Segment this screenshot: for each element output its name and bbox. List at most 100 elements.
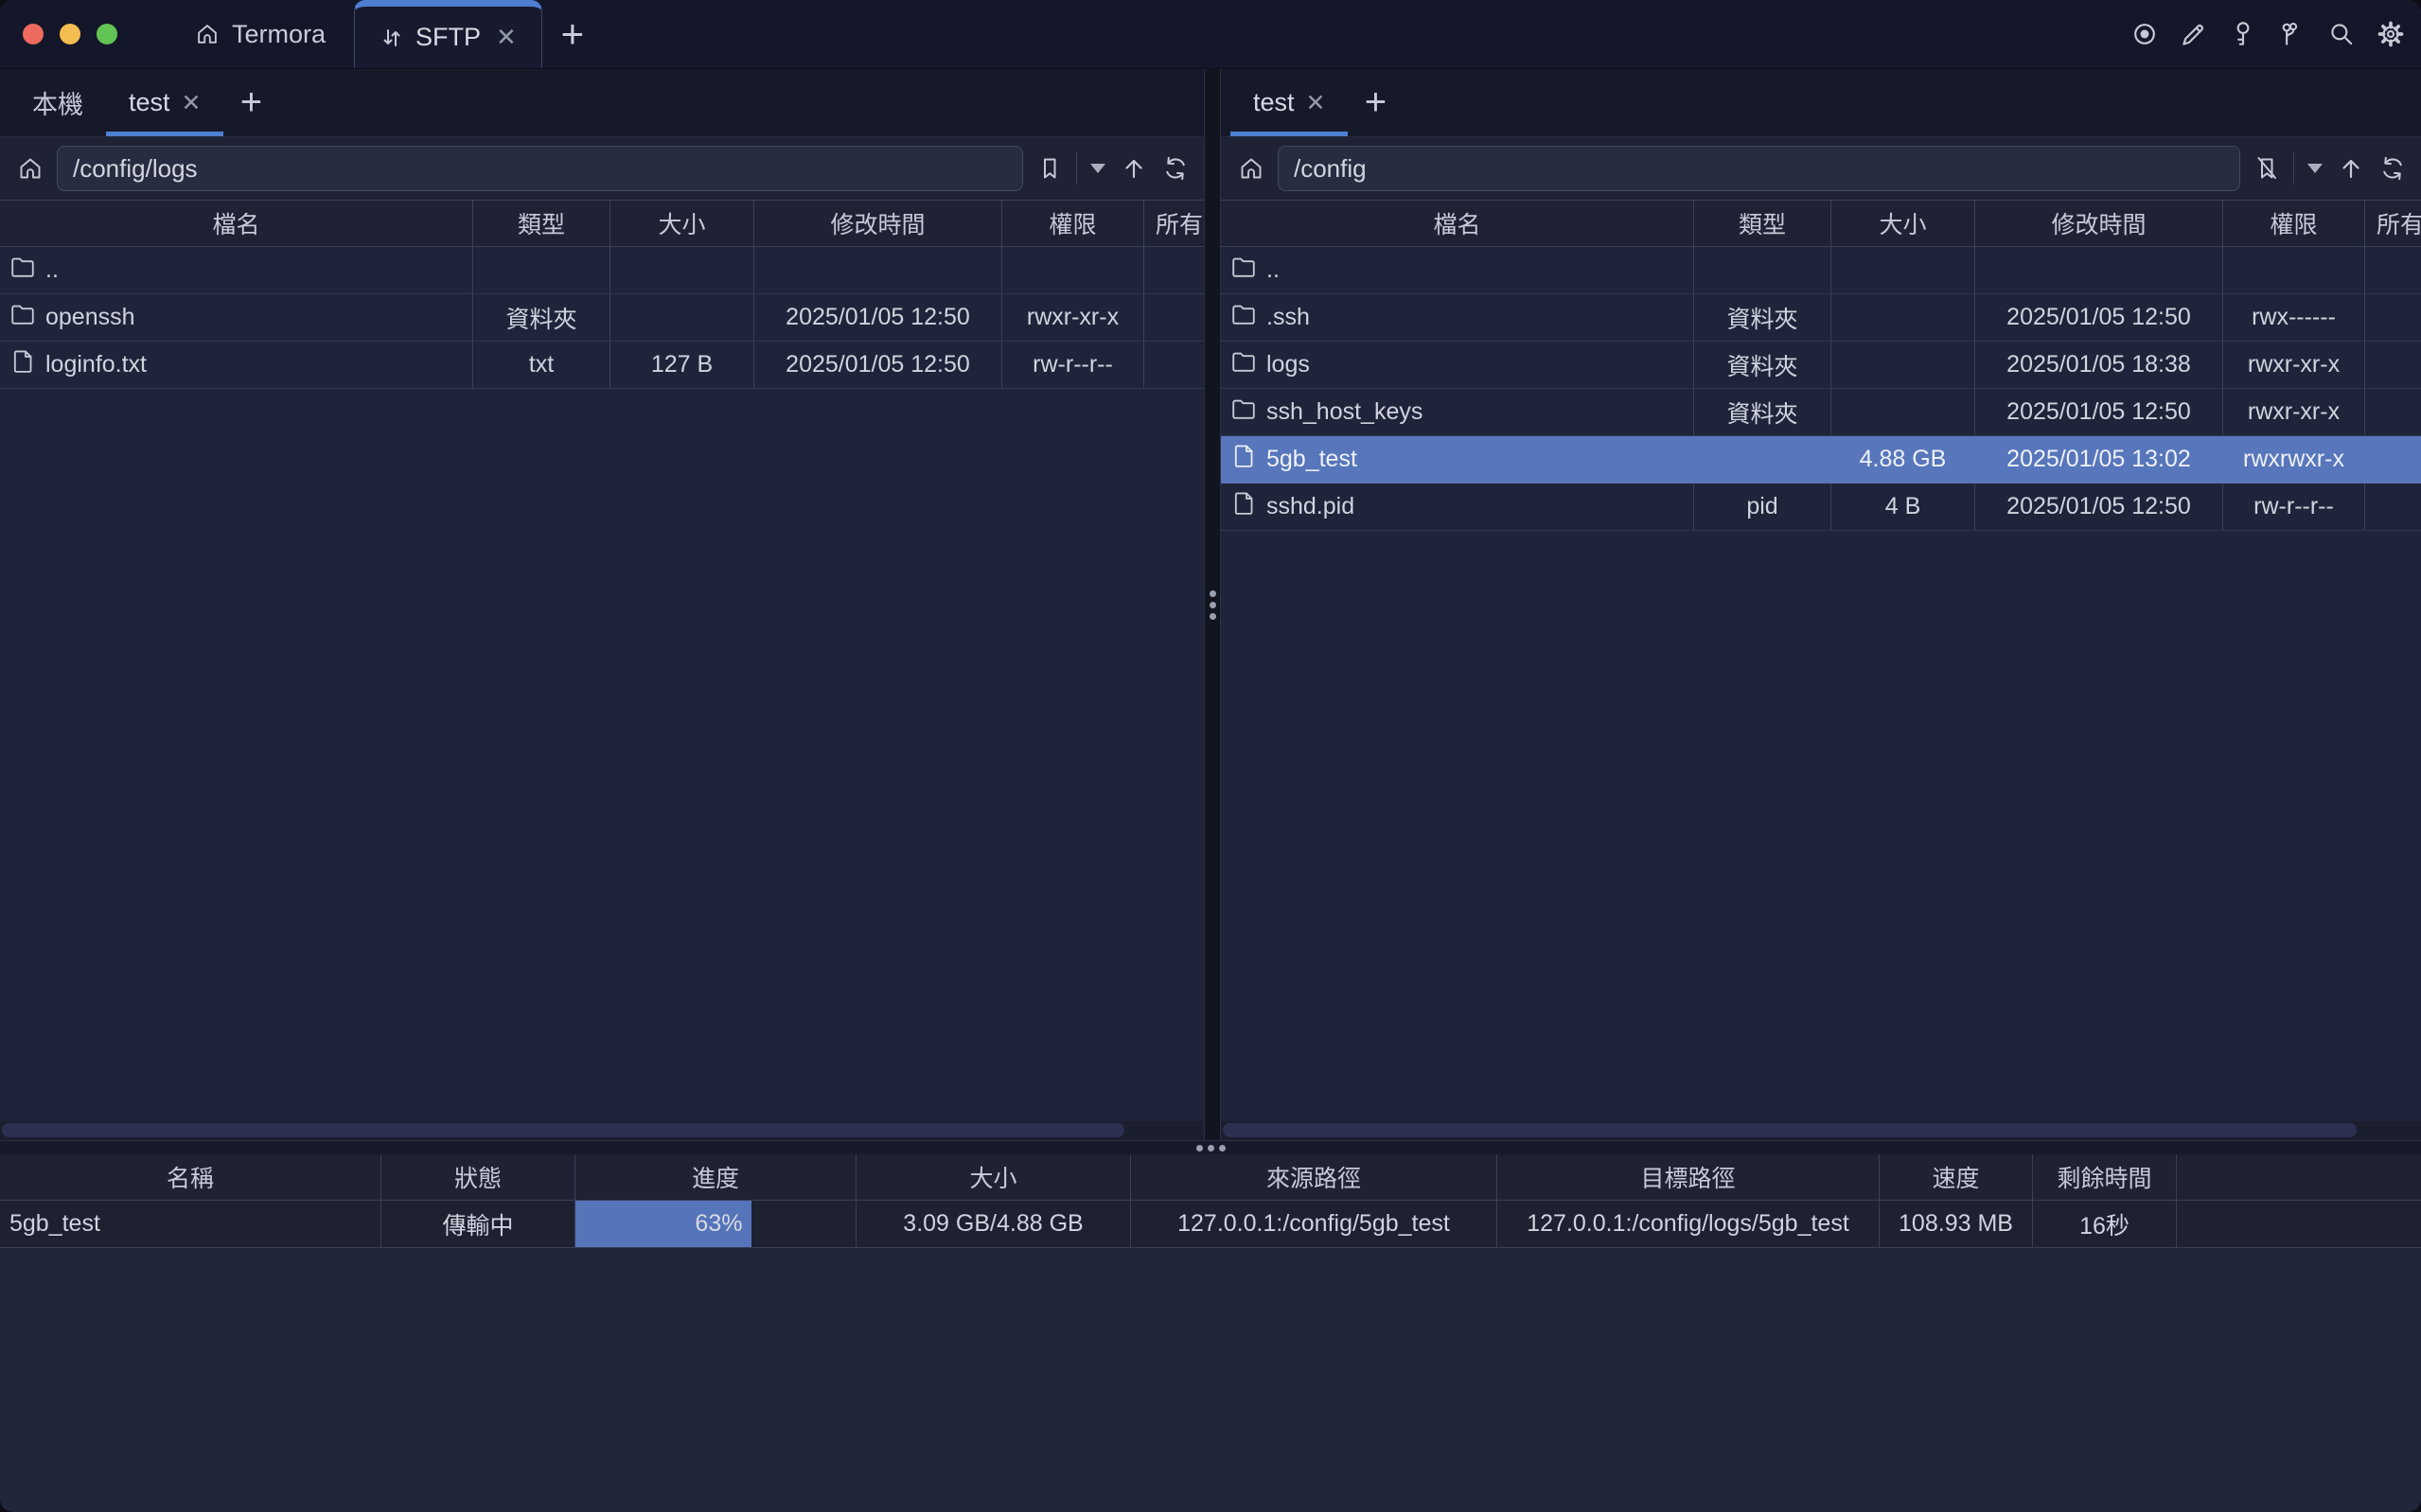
vertical-splitter[interactable]: [1204, 69, 1221, 1140]
transfer-size: 3.09 GB/4.88 GB: [857, 1201, 1131, 1247]
column-header[interactable]: 檔名: [1221, 201, 1694, 246]
file-type: 資料夾: [473, 294, 610, 341]
file-type: 資料夾: [1694, 389, 1831, 435]
close-tab-icon[interactable]: ✕: [496, 23, 517, 52]
column-header[interactable]: 類型: [1694, 201, 1831, 246]
transfer-column-header[interactable]: 速度: [1880, 1154, 2033, 1200]
column-header[interactable]: 所有者: [1144, 201, 1204, 246]
pane-tab-test[interactable]: test ✕: [1230, 69, 1348, 136]
column-header[interactable]: 權限: [2223, 201, 2365, 246]
bookmark-dropdown-icon[interactable]: [1090, 164, 1105, 173]
new-pane-tab-button[interactable]: +: [223, 69, 278, 136]
table-row[interactable]: openssh 資料夾 2025/01/05 12:50 rwxr-xr-x: [0, 294, 1204, 342]
transfer-column-header[interactable]: 來源路徑: [1131, 1154, 1497, 1200]
transfer-column-header[interactable]: 狀態: [381, 1154, 575, 1200]
new-pane-tab-button[interactable]: +: [1348, 69, 1403, 136]
file-table-body: .. .ssh 資料夾 2025/01/05 12:50 rwx------ l…: [1221, 247, 2421, 531]
close-window-button[interactable]: [23, 24, 44, 44]
horizontal-scrollbar[interactable]: [0, 1121, 1204, 1140]
file-owner: [2365, 483, 2421, 530]
left-pane-tabs: 本機 test ✕ +: [0, 69, 1204, 137]
column-header[interactable]: 大小: [1831, 201, 1975, 246]
tab-termora[interactable]: Termora: [168, 0, 352, 68]
folder-icon: [9, 254, 36, 280]
column-header[interactable]: 所有者: [2365, 201, 2421, 246]
folder-icon: [1230, 254, 1257, 280]
transfer-column-header[interactable]: 進度: [575, 1154, 857, 1200]
file-permissions: rwxr-xr-x: [2223, 389, 2365, 435]
transfer-arrows-icon: [380, 26, 404, 50]
file-name: openssh: [45, 304, 135, 331]
column-header[interactable]: 檔名: [0, 201, 473, 246]
scrollbar-thumb[interactable]: [1223, 1123, 2357, 1137]
table-row[interactable]: logs 資料夾 2025/01/05 18:38 rwxr-xr-x: [1221, 342, 2421, 389]
up-directory-icon[interactable]: [1119, 153, 1149, 184]
table-row[interactable]: ..: [1221, 247, 2421, 294]
file-table-header: 檔名類型大小修改時間權限所有者: [0, 200, 1204, 247]
pane-tab-test[interactable]: test ✕: [106, 69, 223, 136]
file-name: ssh_host_keys: [1266, 398, 1423, 426]
file-name: ..: [45, 256, 59, 284]
column-header[interactable]: 類型: [473, 201, 610, 246]
refresh-icon[interactable]: [2377, 153, 2408, 184]
path-input[interactable]: [1278, 146, 2240, 191]
home-icon[interactable]: [15, 153, 45, 184]
scrollbar-thumb[interactable]: [2, 1123, 1124, 1137]
column-header[interactable]: 修改時間: [1975, 201, 2223, 246]
record-icon[interactable]: [2129, 19, 2160, 49]
horizontal-scrollbar[interactable]: [1221, 1121, 2421, 1140]
home-icon[interactable]: [1236, 153, 1266, 184]
table-row[interactable]: loginfo.txt txt 127 B 2025/01/05 12:50 r…: [0, 342, 1204, 389]
column-header[interactable]: 權限: [1002, 201, 1144, 246]
right-pane-tabs: test ✕ +: [1221, 69, 2421, 137]
file-type: [1694, 436, 1831, 483]
column-header[interactable]: 修改時間: [754, 201, 1002, 246]
horizontal-splitter[interactable]: [0, 1140, 2421, 1154]
up-directory-icon[interactable]: [2336, 153, 2366, 184]
transfer-column-header[interactable]: 剩餘時間: [2033, 1154, 2177, 1200]
file-owner: [2365, 342, 2421, 388]
key-icon[interactable]: [2228, 19, 2258, 49]
bookmark-dropdown-icon[interactable]: [2307, 164, 2323, 173]
table-row[interactable]: sshd.pid pid 4 B 2025/01/05 12:50 rw-r--…: [1221, 483, 2421, 531]
file-mtime: [754, 247, 1002, 293]
table-row[interactable]: .ssh 資料夾 2025/01/05 12:50 rwx------: [1221, 294, 2421, 342]
file-owner: [1144, 294, 1204, 341]
settings-icon[interactable]: [2376, 19, 2406, 49]
table-row[interactable]: ssh_host_keys 資料夾 2025/01/05 12:50 rwxr-…: [1221, 389, 2421, 436]
transfer-column-header[interactable]: 名稱: [0, 1154, 381, 1200]
search-icon[interactable]: [2326, 19, 2357, 49]
transfer-column-header[interactable]: 大小: [857, 1154, 1131, 1200]
file-owner: [1144, 247, 1204, 293]
path-input[interactable]: [57, 146, 1023, 191]
folder-icon: [1230, 348, 1257, 375]
transfer-column-header[interactable]: 目標路徑: [1497, 1154, 1880, 1200]
close-tab-icon[interactable]: ✕: [182, 89, 202, 117]
tab-sftp[interactable]: SFTP ✕: [354, 0, 542, 68]
edit-icon[interactable]: [2179, 19, 2209, 49]
close-tab-icon[interactable]: ✕: [1306, 89, 1326, 117]
file-icon: [1230, 443, 1257, 469]
bookmark-slash-icon[interactable]: [2252, 153, 2282, 184]
table-row[interactable]: 5gb_test 4.88 GB 2025/01/05 13:02 rwxrwx…: [1221, 436, 2421, 483]
keychain-icon[interactable]: [2277, 19, 2307, 49]
file-table-body: .. openssh 資料夾 2025/01/05 12:50 rwxr-xr-…: [0, 247, 1204, 389]
transfer-speed: 108.93 MB: [1880, 1201, 2033, 1247]
file-mtime: 2025/01/05 12:50: [1975, 389, 2223, 435]
titlebar: Termora SFTP ✕ +: [0, 0, 2421, 69]
transfers-header: 名稱狀態進度大小來源路徑目標路徑速度剩餘時間: [0, 1154, 2421, 1201]
pane-tab-local[interactable]: 本機: [9, 69, 106, 136]
table-row[interactable]: ..: [0, 247, 1204, 294]
refresh-icon[interactable]: [1160, 153, 1191, 184]
transfer-status: 傳輸中: [381, 1201, 575, 1247]
zoom-window-button[interactable]: [97, 24, 117, 44]
column-header[interactable]: 大小: [610, 201, 754, 246]
file-permissions: rwx------: [2223, 294, 2365, 341]
right-pathbar: [1221, 137, 2421, 200]
new-tab-button[interactable]: +: [542, 0, 603, 68]
minimize-window-button[interactable]: [60, 24, 80, 44]
file-size: [1831, 389, 1975, 435]
transfer-row[interactable]: 5gb_test傳輸中63%3.09 GB/4.88 GB127.0.0.1:/…: [0, 1201, 2421, 1248]
file-type: [473, 247, 610, 293]
bookmark-icon[interactable]: [1034, 153, 1065, 184]
